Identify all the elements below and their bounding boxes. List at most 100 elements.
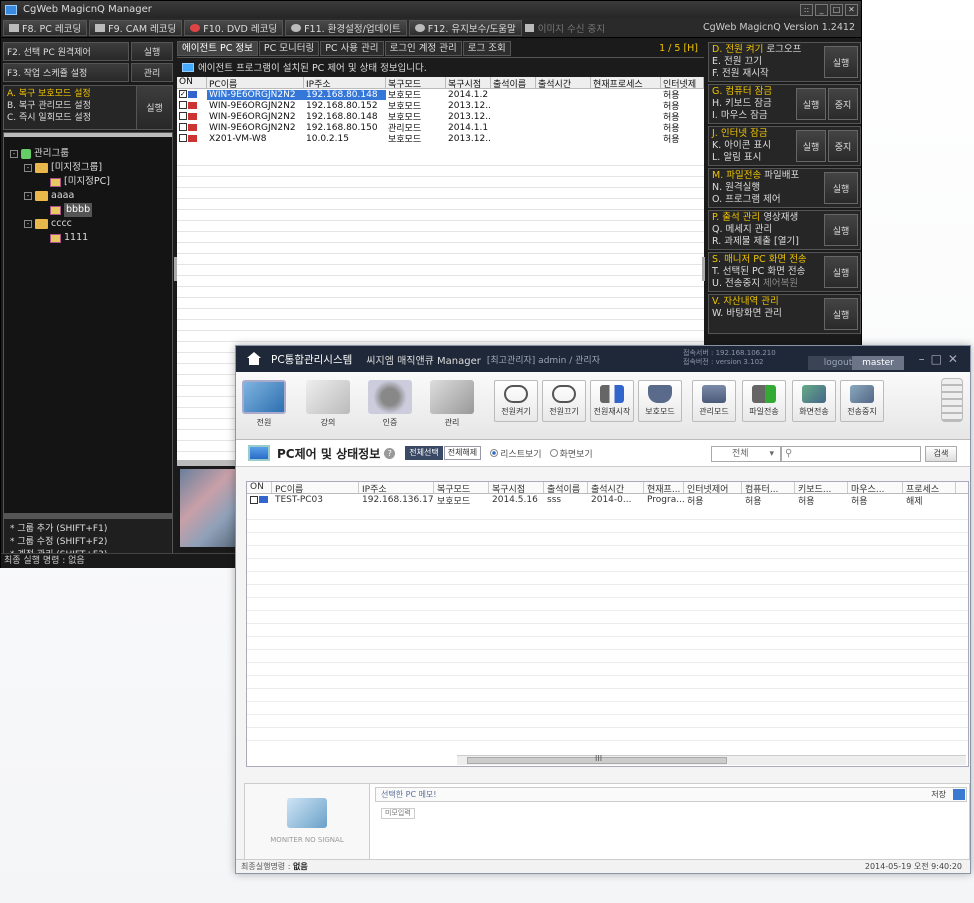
col-restore-time[interactable]: 복구시점 [489, 482, 544, 493]
tree-unassigned-group[interactable]: - [미지정그룹] [10, 161, 172, 175]
search-filter-select[interactable]: 전체 ▾ [711, 446, 781, 462]
screen-run-button[interactable]: 실행 [824, 256, 858, 288]
cmd-computer-lock[interactable]: G. 컴퓨터 잠금 [712, 86, 791, 98]
cmd-stop-transfer[interactable]: U. 전송중지 [712, 278, 760, 289]
collapse-icon[interactable]: - [24, 192, 32, 200]
lock-stop-button[interactable]: 중지 [828, 88, 858, 120]
col-keyboard[interactable]: 키보드... [795, 482, 848, 493]
tool-manage-mode[interactable]: 관리모드 [692, 380, 736, 422]
master-badge[interactable]: master [852, 356, 904, 370]
schedule-button[interactable]: F3. 작업 스케쥴 설정 [3, 63, 129, 82]
restore-once-mode[interactable]: C. 즉시 일회모드 설정 [7, 112, 133, 124]
cmd-alert-show[interactable]: L. 알림 표시 [712, 152, 791, 164]
restore-run-button[interactable]: 실행 [136, 86, 172, 129]
thumbnail-scrollbar[interactable] [177, 460, 239, 466]
cmd-video-play[interactable]: 영상재생 [763, 212, 798, 223]
col-process-ctrl[interactable]: 프로세스 [903, 482, 956, 493]
cmd-keyboard-lock[interactable]: H. 키보드 잠금 [712, 98, 791, 110]
row-checkbox[interactable] [179, 101, 187, 109]
maximize-icon[interactable]: □ [830, 3, 843, 16]
power-run-button[interactable]: 실행 [824, 46, 858, 78]
col-internet[interactable]: 인터넷제 [661, 77, 704, 88]
cmd-wallpaper[interactable]: W. 바탕화면 관리 [712, 308, 819, 320]
row-checkbox[interactable] [179, 123, 187, 131]
screen-thumbnail[interactable] [180, 469, 236, 547]
tool-stop-transfer[interactable]: 전송중지 [840, 380, 884, 422]
menu-stop-image-receive[interactable]: 이미지 수신 중지 [538, 21, 605, 35]
cmd-file-deploy[interactable]: 파일배포 [764, 170, 799, 181]
add-memo-icon[interactable] [953, 789, 965, 800]
tool-power[interactable]: 전원 [242, 380, 286, 428]
cmd-assignment[interactable]: R. 과제물 제출 [열기] [712, 236, 819, 248]
cmd-selected-screen[interactable]: T. 선택된 PC 화면 전송 [712, 266, 819, 278]
attendance-run-button[interactable]: 실행 [824, 214, 858, 246]
tree-group-aaaa[interactable]: - aaaa [10, 189, 172, 203]
row-checkbox[interactable] [179, 112, 187, 120]
search-input[interactable]: ⚲ [781, 446, 921, 462]
menu-maintenance-help[interactable]: F12. 유지보수/도움말 [408, 19, 522, 36]
help-icon[interactable]: ? [384, 447, 396, 459]
tool-power-off[interactable]: 전원끄기 [542, 380, 586, 422]
cmd-icon-show[interactable]: K. 아이콘 표시 [712, 140, 791, 152]
deselect-all-button[interactable]: 전체해제 [443, 446, 482, 460]
memo-input-button[interactable]: 미모입력 [381, 808, 415, 819]
remote-run-button[interactable]: 실행 [131, 42, 173, 61]
asset-run-button[interactable]: 실행 [824, 298, 858, 330]
home-icon[interactable] [246, 352, 262, 366]
col-restore-mode[interactable]: 복구모드 [434, 482, 489, 493]
cmd-mouse-lock[interactable]: I. 마우스 잠금 [712, 110, 791, 122]
menu-dvd-recording[interactable]: F10. DVD 레코딩 [184, 19, 284, 36]
tab-login-accounts[interactable]: 로그인 계정 관리 [384, 41, 462, 56]
internet-stop-button[interactable]: 중지 [828, 130, 858, 162]
tool-power-on[interactable]: 전원켜기 [494, 380, 538, 422]
restore-protect-mode[interactable]: A. 복구 보호모드 설정 [7, 88, 133, 100]
col-on[interactable]: ON [177, 77, 207, 88]
tool-auth[interactable]: 인증 [368, 380, 412, 428]
col-ip[interactable]: IP주소 [304, 77, 386, 88]
collapse-icon[interactable]: - [10, 150, 18, 158]
title-bar[interactable]: CgWeb MagicnQ Manager :: _ □ ✕ [1, 1, 861, 18]
lock-run-button[interactable]: 실행 [796, 88, 826, 120]
tool-lecture[interactable]: 강의 [306, 380, 350, 428]
col-restore-mode[interactable]: 복구모드 [386, 77, 446, 88]
tree-item-bbbb[interactable]: bbbb [10, 203, 172, 217]
tool-protect-mode[interactable]: 보호모드 [638, 380, 682, 422]
cmd-program-control[interactable]: O. 프로그램 제어 [712, 194, 819, 206]
window-controls[interactable]: –□✕ [919, 352, 964, 366]
col-attend-time[interactable]: 출석시간 [588, 482, 644, 493]
table-row[interactable]: TEST-PC03 192.168.136.179 보호모드 2014.5.16… [247, 494, 968, 507]
tree-item-1111[interactable]: 1111 [10, 231, 172, 245]
menu-pc-recording[interactable]: F8. PC 레코딩 [3, 19, 88, 36]
cmd-message[interactable]: Q. 메세지 관리 [712, 224, 819, 236]
row-checkbox[interactable] [179, 134, 187, 142]
row-checkbox[interactable]: ✓ [179, 90, 187, 98]
tab-pc-usage[interactable]: PC 사용 관리 [320, 41, 384, 56]
menu-cam-recording[interactable]: F9. CAM 레코딩 [89, 19, 183, 36]
collapse-icon[interactable]: - [24, 220, 32, 228]
schedule-manage-button[interactable]: 관리 [131, 63, 173, 82]
minimize-icon[interactable]: _ [815, 3, 828, 16]
col-on[interactable]: ON [247, 482, 272, 493]
tool-restart[interactable]: 전원재시작 [590, 380, 634, 422]
tool-screen-transfer[interactable]: 화면전송 [792, 380, 836, 422]
horizontal-scrollbar[interactable]: III [457, 754, 966, 765]
internet-run-button[interactable]: 실행 [796, 130, 826, 162]
cmd-restart[interactable]: F. 전원 재시작 [712, 68, 819, 80]
right-splitter[interactable] [702, 257, 705, 281]
cmd-power-on[interactable]: D. 전원 켜기 [712, 44, 763, 55]
row-checkbox[interactable] [250, 495, 258, 504]
title-bar[interactable]: PC통합관리시스템 씨지엠 매직앤큐 Manager [최고관리자] admin… [236, 346, 970, 372]
tree-group-cccc[interactable]: - cccc [10, 217, 172, 231]
cmd-asset[interactable]: V. 자산내역 관리 [712, 296, 819, 308]
col-mouse[interactable]: 마우스... [848, 482, 903, 493]
cmd-power-off[interactable]: E. 전원 끄기 [712, 56, 819, 68]
tree-unassigned-pc[interactable]: [미지정PC] [10, 175, 172, 189]
close-icon[interactable]: ✕ [845, 3, 858, 16]
col-process[interactable]: 현재프... [644, 482, 684, 493]
collapse-icon[interactable]: - [24, 164, 32, 172]
col-internet[interactable]: 인터넷제어 [684, 482, 742, 493]
cmd-logoff[interactable]: 로그오프 [766, 44, 801, 55]
screen-view-radio[interactable] [549, 449, 558, 457]
table-row[interactable]: X201-VM-W8 10.0.2.15 보호모드 2013.12... 허용 [177, 133, 704, 145]
tab-log-search[interactable]: 로그 조회 [462, 41, 511, 56]
